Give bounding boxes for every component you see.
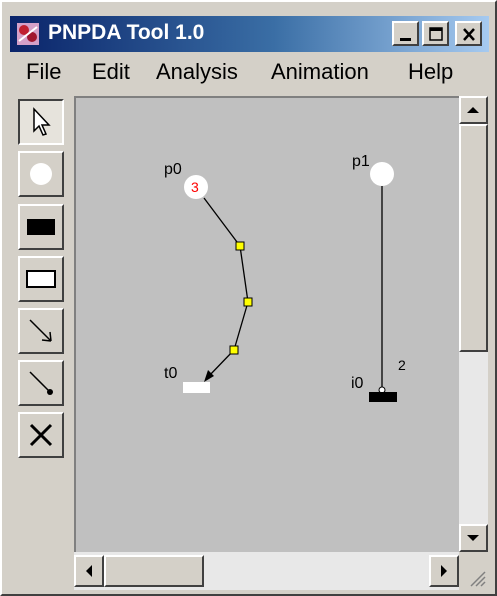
window-title: PNPDA Tool 1.0 [48, 21, 205, 44]
menu-file[interactable]: File [26, 59, 61, 85]
arc-point[interactable] [229, 345, 239, 355]
app-icon [17, 23, 39, 45]
scroll-right-button[interactable] [429, 555, 459, 587]
immediate-transition-tool[interactable] [18, 256, 64, 302]
resize-grip[interactable] [459, 552, 489, 590]
close-button[interactable] [455, 21, 482, 46]
transition-i0[interactable] [369, 392, 397, 402]
scroll-left-button[interactable] [74, 555, 104, 587]
vertical-scroll-thumb[interactable] [459, 124, 488, 352]
place-p0-label: p0 [164, 161, 182, 178]
arrow-right-icon [441, 565, 447, 577]
place-p0-tokens: 3 [191, 179, 199, 195]
delete-tool[interactable] [18, 412, 64, 458]
menu-bar: File Edit Analysis Animation Help [10, 54, 489, 90]
menu-edit[interactable]: Edit [92, 59, 130, 85]
close-icon [463, 28, 475, 41]
minimize-button[interactable] [392, 21, 419, 46]
maximize-button[interactable] [422, 21, 449, 46]
x-delete-icon [29, 423, 53, 447]
resize-grip-icon [470, 571, 486, 587]
arrow-icon [29, 319, 52, 342]
inhibitor-arc-tool[interactable] [18, 360, 64, 406]
transition-t0-label: t0 [164, 365, 177, 382]
arc-p0-t0[interactable] [203, 197, 249, 378]
circle-icon [30, 163, 52, 185]
vertical-scrollbar[interactable] [459, 96, 488, 552]
horizontal-scroll-thumb[interactable] [104, 555, 204, 587]
transition-i0-label: i0 [351, 375, 364, 392]
timed-transition-tool[interactable] [18, 204, 64, 250]
place-tool[interactable] [18, 151, 64, 197]
arrow-down-icon [467, 535, 479, 541]
arc-tool[interactable] [18, 308, 64, 354]
net-canvas[interactable]: 3 p0 p1 t0 i0 2 [74, 96, 459, 552]
scroll-down-button[interactable] [459, 524, 488, 552]
select-tool[interactable] [18, 99, 64, 145]
horizontal-scrollbar[interactable] [74, 552, 459, 590]
arrow-left-icon [86, 565, 92, 577]
transition-t0[interactable] [183, 382, 210, 393]
place-p1[interactable] [370, 162, 394, 186]
petri-net-drawing: 3 p0 p1 t0 i0 2 [164, 153, 406, 402]
arc-point[interactable] [243, 297, 253, 307]
minimize-icon [400, 38, 411, 41]
arrow-up-icon [467, 107, 479, 113]
app-window: PNPDA Tool 1.0 File Edit Analysis Animat… [0, 0, 497, 596]
maximize-icon [429, 27, 443, 41]
menu-animation[interactable]: Animation [271, 59, 369, 85]
title-bar[interactable]: PNPDA Tool 1.0 [10, 16, 489, 52]
filled-rectangle-icon [27, 219, 55, 235]
arc-point[interactable] [235, 241, 245, 251]
place-p1-label: p1 [352, 153, 370, 170]
arrow-cursor-icon [33, 107, 51, 136]
empty-rectangle-icon [26, 270, 56, 288]
inhibitor-arc-icon [29, 371, 53, 395]
menu-help[interactable]: Help [408, 59, 453, 85]
arc-weight-label: 2 [398, 357, 406, 373]
scroll-up-button[interactable] [459, 96, 488, 124]
menu-analysis[interactable]: Analysis [156, 59, 238, 85]
